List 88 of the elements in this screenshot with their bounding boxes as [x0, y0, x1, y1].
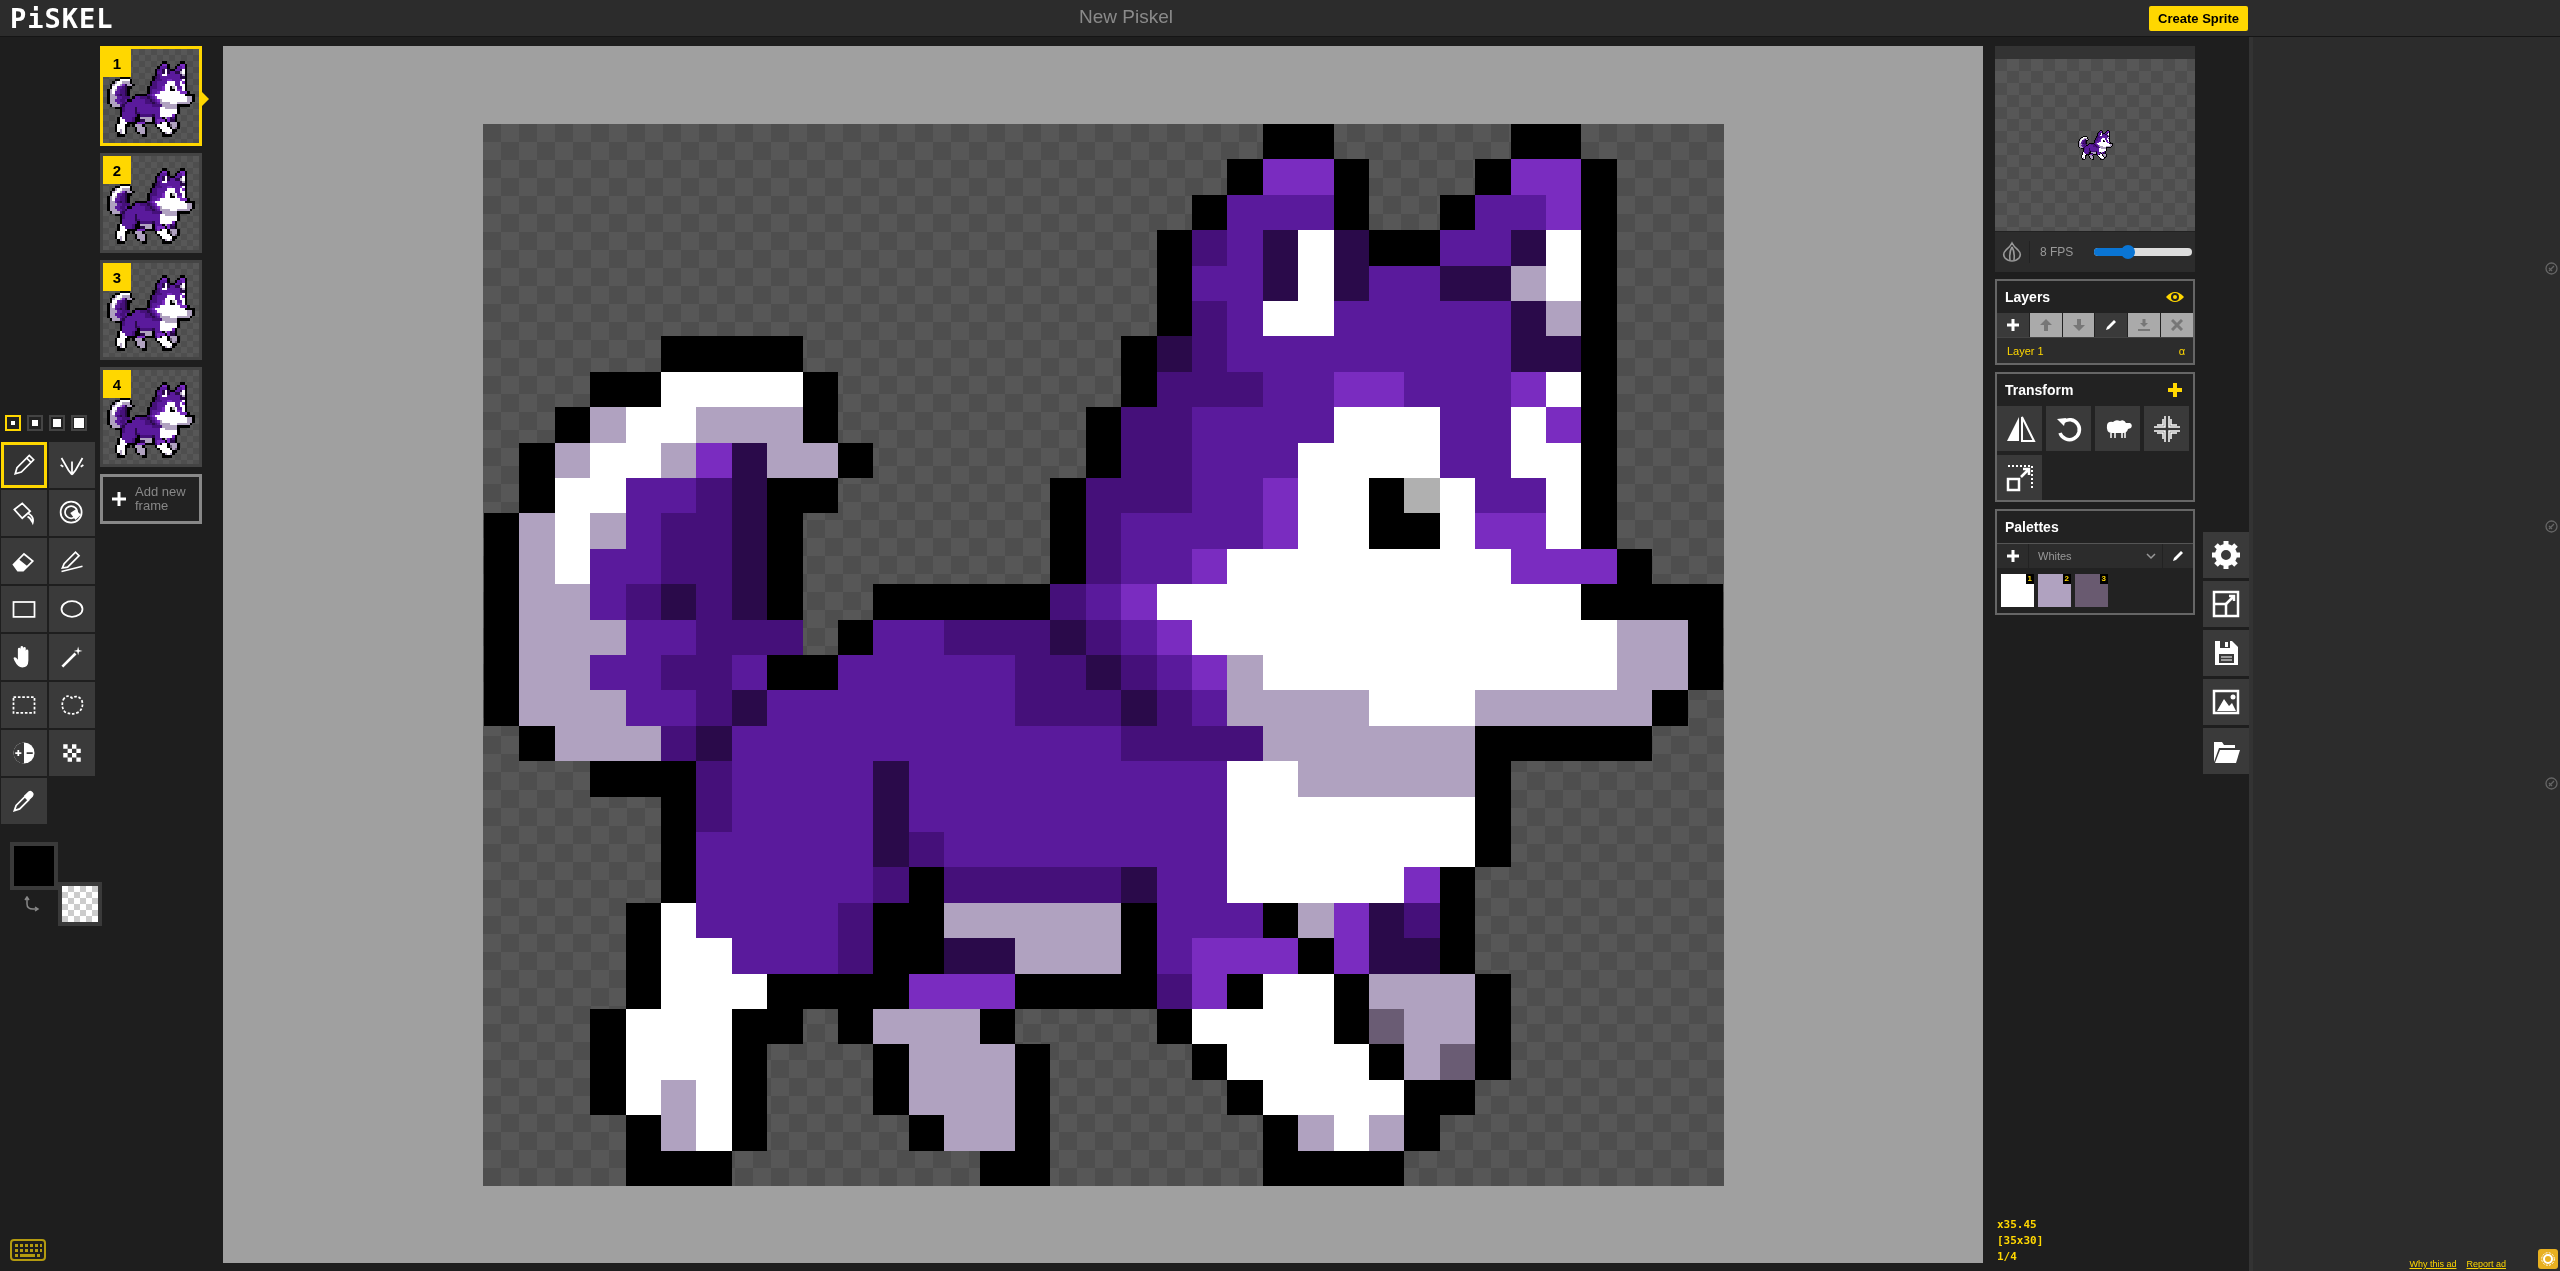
frame-thumbnail[interactable]: 3 — [100, 260, 202, 360]
swatch-number: 3 — [2099, 574, 2108, 584]
pen-size-option[interactable] — [71, 415, 87, 431]
up-arrow-icon — [2039, 319, 2052, 331]
document-title: New Piskel — [1078, 6, 1174, 28]
pixel-canvas[interactable] — [482, 123, 1724, 1186]
tool-button[interactable] — [49, 682, 95, 728]
down-arrow-icon — [2072, 319, 2085, 331]
transform-button[interactable] — [2095, 406, 2140, 451]
tool-button[interactable] — [1, 682, 47, 728]
plus-icon[interactable] — [2165, 382, 2185, 398]
secondary-color-swatch[interactable] — [58, 882, 102, 926]
side-menu-button[interactable] — [2203, 581, 2249, 627]
layer-tool-button[interactable] — [2095, 313, 2128, 337]
transform-button[interactable] — [2046, 406, 2091, 451]
side-menu-button[interactable] — [2203, 532, 2249, 578]
frame-number: 3 — [103, 263, 131, 291]
tool-button[interactable] — [1, 538, 47, 584]
swatch-number: 2 — [2062, 574, 2071, 584]
tool-button[interactable] — [1, 730, 47, 776]
plus-icon — [2006, 550, 2019, 562]
plus-icon — [111, 491, 127, 507]
panel-title: Layers — [2005, 289, 2051, 305]
color-swatch[interactable]: 2 — [2038, 574, 2071, 607]
tool-button[interactable] — [49, 442, 95, 488]
tool-button[interactable] — [1, 778, 47, 824]
transform-button[interactable] — [1997, 455, 2042, 500]
pencil-icon — [2172, 550, 2184, 562]
side-menu-button[interactable] — [2203, 728, 2249, 774]
frame-thumbnail[interactable]: 2 — [100, 153, 202, 253]
merge-down-icon — [2138, 319, 2151, 331]
gear-icon — [2541, 1252, 2555, 1266]
canvas-size: [35x30] — [1997, 1233, 2045, 1249]
layer-row[interactable]: Layer 1 α — [1997, 337, 2193, 363]
zoom-level: x35.45 — [1997, 1217, 2038, 1233]
alpha-label: α — [2178, 344, 2185, 357]
image-icon — [2211, 687, 2241, 717]
swatch-number: 1 — [2025, 574, 2034, 584]
frame-thumbnail[interactable]: 4 — [100, 367, 202, 467]
chevron-down-icon — [2146, 552, 2156, 560]
fps-label: 8 FPS — [2040, 245, 2075, 259]
fps-slider[interactable] — [2094, 248, 2192, 256]
circled-slash-icon[interactable] — [2545, 777, 2558, 790]
pen-size-option[interactable] — [27, 415, 43, 431]
side-menu-button[interactable] — [2203, 630, 2249, 676]
ad-link[interactable]: Why this ad — [2409, 1259, 2457, 1269]
create-sprite-button[interactable]: Create Sprite — [2149, 5, 2248, 31]
keyboard-icon[interactable] — [10, 1239, 46, 1261]
panel-title: Palettes — [2005, 519, 2059, 535]
close-icon — [2171, 319, 2184, 331]
add-frame-button[interactable]: Add new frame — [100, 474, 202, 524]
tool-button[interactable] — [1, 442, 47, 488]
frame-number: 1 — [103, 49, 131, 77]
tool-button[interactable] — [1, 490, 47, 536]
color-swatch[interactable]: 1 — [2001, 574, 2034, 607]
panel-title: Transform — [2005, 382, 2074, 398]
resize-icon — [2211, 589, 2241, 619]
transform-button[interactable] — [2144, 406, 2189, 451]
tool-button[interactable] — [1, 586, 47, 632]
tool-button[interactable] — [49, 730, 95, 776]
layer-tool-button[interactable] — [1997, 313, 2029, 337]
side-menu-button[interactable] — [2203, 679, 2249, 725]
tool-button[interactable] — [1, 634, 47, 680]
circled-slash-icon[interactable] — [2545, 262, 2558, 275]
settings-icon — [2211, 540, 2241, 570]
eye-icon[interactable] — [2165, 289, 2185, 305]
layer-name: Layer 1 — [2007, 344, 2044, 357]
primary-color-swatch[interactable] — [10, 842, 58, 890]
tool-button[interactable] — [49, 634, 95, 680]
pencil-icon — [2105, 319, 2118, 331]
frame-number: 2 — [103, 156, 131, 184]
circled-slash-icon[interactable] — [2545, 520, 2558, 533]
transform-button[interactable] — [1997, 406, 2042, 451]
tool-button[interactable] — [49, 586, 95, 632]
color-swatch[interactable]: 3 — [2075, 574, 2108, 607]
selection-pointer-icon — [202, 92, 209, 106]
plus-icon — [2006, 319, 2019, 331]
app-logo: PiSKEL — [10, 2, 114, 34]
tool-button[interactable] — [49, 538, 95, 584]
wolf-preview-drawing — [2077, 130, 2113, 160]
pen-size-option[interactable] — [49, 415, 65, 431]
tool-button[interactable] — [49, 490, 95, 536]
frame-counter: 1/4 — [1997, 1249, 2018, 1265]
ad-link[interactable]: Report ad — [2466, 1259, 2506, 1269]
ad-badge[interactable] — [2538, 1249, 2558, 1269]
frame-number: 4 — [103, 370, 131, 398]
onion-icon[interactable] — [2001, 241, 2030, 263]
swap-arrow-icon[interactable] — [24, 896, 40, 912]
